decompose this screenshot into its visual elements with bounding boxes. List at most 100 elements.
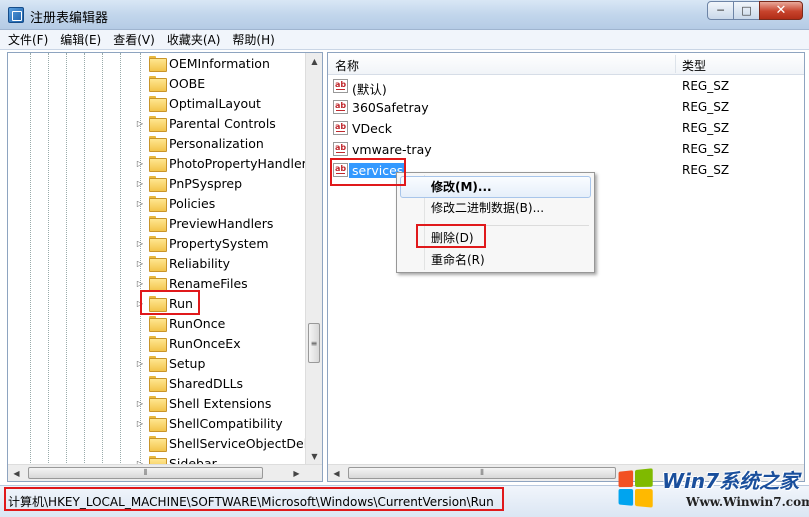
value-row[interactable]: ab VDeck REG_SZ <box>328 118 804 139</box>
tree-item[interactable]: ▷ Shell Extensions <box>8 393 306 413</box>
tree-item[interactable]: ▷ ShellCompatibility <box>8 413 306 433</box>
folder-icon <box>149 136 167 152</box>
tree-item[interactable]: PreviewHandlers <box>8 213 306 233</box>
close-button[interactable]: ✕ <box>759 1 803 20</box>
expand-arrow-icon[interactable]: ▷ <box>136 279 144 288</box>
value-type: REG_SZ <box>682 79 730 93</box>
tree-item-label: PnPSysprep <box>169 175 243 191</box>
folder-icon <box>149 436 167 452</box>
tree-item[interactable]: ▷ Policies <box>8 193 306 213</box>
watermark-url: Www.Winwin7.com <box>686 495 809 509</box>
tree-item-label: Personalization <box>169 135 264 151</box>
menu-item-modify[interactable]: 修改(M)... <box>400 176 591 198</box>
value-row[interactable]: ab 360Safetray REG_SZ <box>328 97 804 118</box>
menu-edit[interactable]: 编辑(E) <box>60 31 101 48</box>
menu-item-rename[interactable]: 重命名(R) <box>400 249 591 271</box>
tree-item-label: Parental Controls <box>169 115 276 131</box>
folder-icon <box>149 376 167 392</box>
tree-item-label: RunOnce <box>169 315 226 331</box>
scroll-down-arrow-icon[interactable]: ▼ <box>306 448 322 465</box>
column-header-type[interactable]: 类型 <box>682 57 706 74</box>
expand-arrow-icon[interactable]: ▷ <box>136 199 144 208</box>
title-bar: 注册表编辑器 ─ □ ✕ <box>0 0 809 30</box>
string-value-icon: ab <box>333 121 348 135</box>
tree-item[interactable]: ▷ PropertySystem <box>8 233 306 253</box>
column-divider[interactable] <box>675 55 676 73</box>
tree-vertical-scroll-thumb[interactable]: ≡ <box>308 323 320 363</box>
tree-item-label: ShellCompatibility <box>169 415 283 431</box>
tree-item[interactable]: OOBE <box>8 73 306 93</box>
value-row[interactable]: ab (默认) REG_SZ <box>328 76 804 97</box>
column-header-name[interactable]: 名称 <box>335 57 359 74</box>
folder-icon <box>149 276 167 292</box>
window-title: 注册表编辑器 <box>30 11 109 26</box>
folder-icon <box>149 76 167 92</box>
value-row[interactable]: ab vmware-tray REG_SZ <box>328 139 804 160</box>
menu-item-modify-binary[interactable]: 修改二进制数据(B)... <box>400 197 591 219</box>
windows-flag-icon <box>618 468 655 510</box>
menu-bar: 文件(F) 编辑(E) 查看(V) 收藏夹(A) 帮助(H) <box>0 30 809 50</box>
tree-item-label: PhotoPropertyHandler <box>169 155 307 171</box>
window-controls: ─ □ ✕ <box>707 1 803 20</box>
tree-vertical-scrollbar[interactable]: ▲ ≡ ▼ <box>305 53 322 465</box>
value-name: VDeck <box>352 121 392 136</box>
tree-item-label: Shell Extensions <box>169 395 272 411</box>
menu-view[interactable]: 查看(V) <box>113 31 155 48</box>
expand-arrow-icon[interactable]: ▷ <box>136 419 144 428</box>
folder-icon <box>149 116 167 132</box>
scroll-left-arrow-icon[interactable]: ◀ <box>328 465 345 481</box>
tree-item-label: RenameFiles <box>169 275 248 291</box>
folder-icon <box>149 396 167 412</box>
menu-file[interactable]: 文件(F) <box>8 31 48 48</box>
watermark-title: Win7系统之家 <box>662 469 800 493</box>
value-name: vmware-tray <box>352 142 432 157</box>
minimize-button[interactable]: ─ <box>707 1 734 20</box>
expand-arrow-icon[interactable]: ▷ <box>136 179 144 188</box>
tree-horizontal-scroll-thumb[interactable]: ⦀ <box>28 467 263 479</box>
tree-item[interactable]: ▷ PnPSysprep <box>8 173 306 193</box>
value-name: 360Safetray <box>352 100 429 115</box>
value-type: REG_SZ <box>682 163 730 177</box>
tree-horizontal-scrollbar[interactable]: ◀ ⦀ ▶ <box>8 464 322 481</box>
expand-arrow-icon[interactable]: ▷ <box>136 159 144 168</box>
folder-icon <box>149 416 167 432</box>
list-horizontal-scroll-thumb[interactable]: ⦀ <box>348 467 616 479</box>
regedit-app-icon <box>8 7 24 23</box>
menu-favorites[interactable]: 收藏夹(A) <box>167 31 221 48</box>
tree-item-label: RunOnceEx <box>169 335 241 351</box>
registry-key-tree[interactable]: OEMInformation OOBE OptimalLayout ▷ Parental… <box>7 52 323 482</box>
scroll-left-arrow-icon[interactable]: ◀ <box>8 465 25 481</box>
tree-item[interactable]: Personalization <box>8 133 306 153</box>
scroll-up-arrow-icon[interactable]: ▲ <box>306 53 322 70</box>
tree-item[interactable]: ▷ PhotoPropertyHandler <box>8 153 307 173</box>
tree-item[interactable]: ▷ Parental Controls <box>8 113 306 133</box>
list-header: 名称 类型 <box>328 53 804 75</box>
tree-item-label: OOBE <box>169 75 206 91</box>
folder-icon <box>149 236 167 252</box>
tree-item[interactable]: RunOnceEx <box>8 333 306 353</box>
tree-item-label: Policies <box>169 195 216 211</box>
tree-item-label: OEMInformation <box>169 55 270 71</box>
folder-icon <box>149 316 167 332</box>
expand-arrow-icon[interactable]: ▷ <box>136 119 144 128</box>
tree-item-label: PreviewHandlers <box>169 215 274 231</box>
scroll-right-arrow-icon[interactable]: ▶ <box>288 465 305 481</box>
folder-icon <box>149 216 167 232</box>
expand-arrow-icon[interactable]: ▷ <box>136 399 144 408</box>
expand-arrow-icon[interactable]: ▷ <box>136 359 144 368</box>
value-name: (默认) <box>352 82 387 97</box>
tree-item[interactable]: ▷ Setup <box>8 353 306 373</box>
expand-arrow-icon[interactable]: ▷ <box>136 259 144 268</box>
folder-icon <box>149 196 167 212</box>
expand-arrow-icon[interactable]: ▷ <box>136 239 144 248</box>
menu-help[interactable]: 帮助(H) <box>232 31 274 48</box>
tree-item[interactable]: OEMInformation <box>8 53 306 73</box>
highlight-status-path <box>4 487 504 511</box>
tree-item[interactable]: RunOnce <box>8 313 306 333</box>
maximize-button[interactable]: □ <box>733 1 760 20</box>
tree-item[interactable]: SharedDLLs <box>8 373 306 393</box>
string-value-icon: ab <box>333 100 348 114</box>
tree-item[interactable]: ▷ Reliability <box>8 253 306 273</box>
tree-item[interactable]: ShellServiceObjectDelay <box>8 433 322 453</box>
tree-item[interactable]: OptimalLayout <box>8 93 306 113</box>
